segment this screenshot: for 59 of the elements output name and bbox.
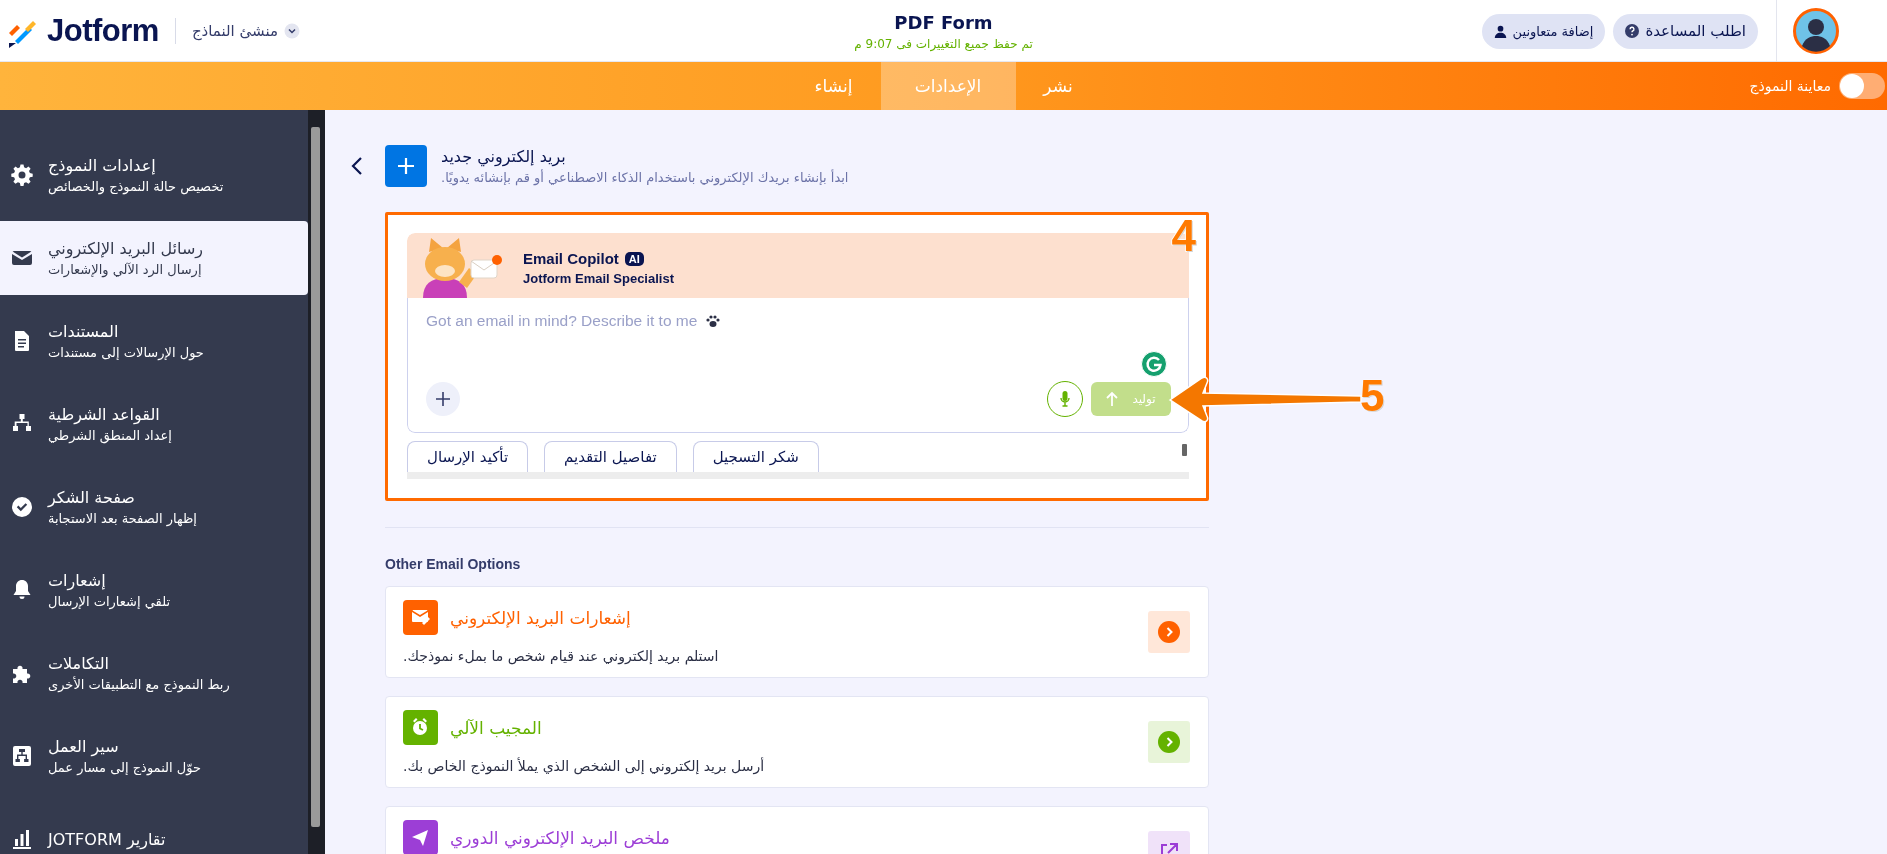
ring-icon[interactable] [1141,351,1167,377]
flow-icon [10,744,34,768]
microphone-icon [1060,391,1070,407]
form-title: PDF Form [894,11,993,33]
option-description: استلم بريد إلكتروني عند قيام شخص ما بملء نموذجك. [403,648,719,664]
sidebar-item[interactable]: إعدادات النموذج تخصيص حالة النموذج والخصائص [0,138,308,212]
microphone-button[interactable] [1047,381,1083,417]
logo-text: Jotform [47,13,159,49]
toggle-label: معاينة النموذج [1749,78,1831,94]
step-number: 5 [1360,372,1385,420]
settings-icon [10,163,34,187]
chevron-left-icon [351,156,363,176]
section-description: ابدأ بإنشاء بريدك الإلكتروني باستخدام الذكاء الاصطناعي أو قم بإنشائه يدويًا. [441,170,849,185]
suggestion-chip[interactable]: شكر التسجيل [692,441,819,472]
open-button[interactable] [1148,721,1190,763]
save-status: تم حفظ جميع التغييرات فى 9:07 م [854,36,1033,51]
add-button[interactable] [385,145,427,187]
copilot-role: Jotform Email Specialist [523,271,674,286]
help-icon [1625,24,1640,38]
chevron-circle-icon [1158,621,1180,643]
ai-badge: AI [624,251,644,266]
builder-menu[interactable]: منشئ النماذج [191,22,278,40]
help-button[interactable]: اطلب المساعدة [1613,13,1758,49]
scrollbar-thumb[interactable] [1182,444,1187,456]
sidebar-item[interactable]: القواعد الشرطية إعداد المنطق الشرطي [0,387,308,461]
option-title: إشعارات البريد الإلكتروني [450,607,631,628]
suggestion-chip[interactable]: تأكيد الإرسال [407,441,529,472]
section-heading: Other Email Options [385,556,522,572]
sidebar-item[interactable]: التكاملات ربط النموذج مع التطبيقات الأخرى [0,636,308,710]
chevron-down-icon[interactable] [284,23,300,39]
suggestion-chip[interactable]: تفاصيل التقديم [544,441,677,472]
copilot-name: Email Copilot [523,250,619,267]
avatar[interactable] [1793,8,1839,54]
option-card[interactable]: إشعارات البريد الإلكتروني استلم بريد إلكتروني عند قيام شخص ما بملء نموذجك. [385,586,1209,678]
invite-button[interactable]: إضافة متعاونين [1481,13,1606,49]
option-title: ملخص البريد الإلكتروني الدوري [450,827,670,848]
option-card[interactable]: ملخص البريد الإلكتروني الدوري [385,806,1209,854]
bar-chart-icon [10,827,34,851]
sidebar-item[interactable]: المستندات حول الإرسالات إلى مستندات [0,304,308,378]
scrollbar-thumb[interactable] [311,127,320,827]
sidebar-item[interactable]: تقارير JOTFORM [0,802,308,854]
plus-icon [436,392,450,406]
arrow-up-icon [1106,391,1119,407]
sidebar-item[interactable]: صفحة الشكر إظهار الصفحة بعد الاستجابة [0,470,308,544]
section-title: بريد إلكتروني جديد [441,147,566,166]
option-card[interactable]: المجيب الآلي أرسل بريد إلكتروني إلى الشخص الذي يملأ النموذج الخاص بك. [385,696,1209,788]
option-title: المجيب الآلي [450,717,542,738]
attach-button[interactable] [426,382,460,416]
preview-toggle[interactable] [1839,73,1885,99]
person-icon [1493,24,1507,38]
paw-icon [705,313,722,329]
sidebar-item[interactable]: إشعارات تلقي إشعارات الإرسال [0,553,308,627]
open-button[interactable] [1148,611,1190,653]
plus-icon [397,157,415,175]
sidebar-item[interactable]: سير العمل حوّل النموذج إلى مسار عمل [0,719,308,793]
option-description: أرسل بريد إلكتروني إلى الشخص الذي يملأ النموذج الخاص بك. [403,758,765,774]
step-number: 4 [1171,212,1196,260]
chevron-circle-icon [1158,731,1180,753]
sidebar-item[interactable]: رسائل البريد الإلكتروني إرسال الرد الآلي والإشعارات [0,221,308,295]
